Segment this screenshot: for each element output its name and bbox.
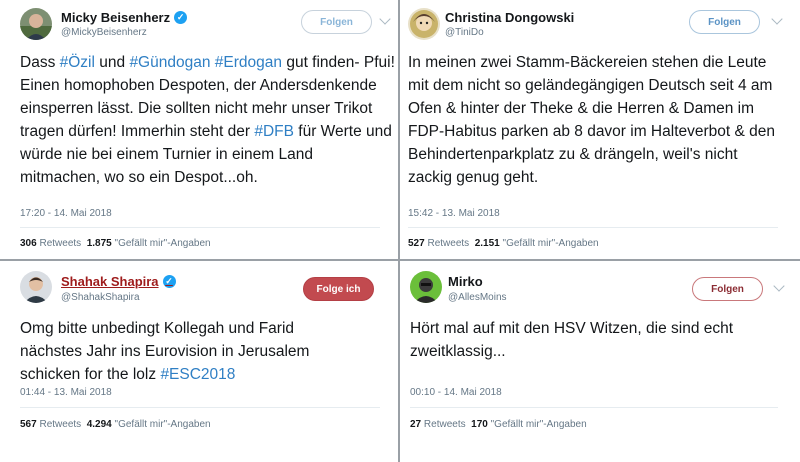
retweets-label: Retweets bbox=[427, 238, 470, 249]
tweet-timestamp[interactable]: 15:42 - 13. Mai 2018 bbox=[408, 208, 500, 219]
follow-button[interactable]: Folgen bbox=[301, 10, 372, 34]
tweet-text: In meinen zwei Stamm-Bäckereien stehen d… bbox=[408, 51, 783, 189]
avatar[interactable] bbox=[410, 271, 442, 303]
retweets-count: 27 bbox=[410, 419, 422, 430]
author-handle[interactable]: @MickyBeisenherz bbox=[61, 27, 147, 38]
likes-count: 4.294 bbox=[86, 419, 112, 430]
tweet-card-christina: Christina Dongowski @TiniDo Folgen In me… bbox=[400, 0, 800, 259]
tweet-card-micky: Micky Beisenherz ✓ @MickyBeisenherz Folg… bbox=[0, 0, 398, 259]
retweets-label: Retweets bbox=[423, 419, 466, 430]
hashtag-link[interactable]: #ESC2018 bbox=[160, 366, 235, 383]
hashtag-link[interactable]: #Erdogan bbox=[215, 54, 282, 71]
chevron-down-icon[interactable] bbox=[773, 280, 785, 292]
retweets-stat[interactable]: 27 Retweets bbox=[410, 419, 466, 430]
tweet-timestamp[interactable]: 17:20 - 14. Mai 2018 bbox=[20, 208, 112, 219]
verified-badge-icon: ✓ bbox=[162, 275, 176, 288]
chevron-down-icon[interactable] bbox=[379, 13, 391, 25]
avatar[interactable] bbox=[20, 8, 52, 40]
divider bbox=[410, 407, 778, 408]
author-name-text[interactable]: Christina Dongowski bbox=[445, 10, 574, 25]
verified-badge-icon: ✓ bbox=[174, 11, 188, 24]
tweet-text: Hört mal auf mit den HSV Witzen, die sin… bbox=[410, 317, 770, 363]
tweet-timestamp[interactable]: 00:10 - 14. Mai 2018 bbox=[410, 387, 502, 398]
tweet-card-mirko: Mirko @AllesMoins Folgen Hört mal auf mi… bbox=[400, 261, 800, 462]
retweets-count: 527 bbox=[408, 238, 425, 249]
author-name-text[interactable]: Mirko bbox=[448, 274, 483, 289]
tweet-text: Omg bitte unbedingt Kollegah und Farid n… bbox=[20, 317, 350, 386]
engagement-stats: 306 Retweets 1.875 "Gefällt mir"-Angaben bbox=[20, 238, 211, 249]
row-separator bbox=[0, 259, 800, 261]
tweet-timestamp[interactable]: 01:44 - 13. Mai 2018 bbox=[20, 387, 112, 398]
divider bbox=[20, 227, 380, 228]
likes-count: 1.875 bbox=[86, 238, 112, 249]
author-handle[interactable]: @AllesMoins bbox=[448, 292, 507, 303]
likes-count: 170 bbox=[471, 419, 488, 430]
author-name[interactable]: Mirko bbox=[448, 274, 483, 289]
retweets-count: 306 bbox=[20, 238, 37, 249]
author-name-text[interactable]: Micky Beisenherz bbox=[61, 10, 170, 25]
author-handle[interactable]: @TiniDo bbox=[445, 27, 484, 38]
engagement-stats: 27 Retweets 170 "Gefällt mir"-Angaben bbox=[410, 419, 587, 430]
hashtag-link[interactable]: #DFB bbox=[254, 123, 294, 140]
likes-label: "Gefällt mir"-Angaben bbox=[502, 238, 599, 249]
retweets-count: 567 bbox=[20, 419, 37, 430]
chevron-down-icon[interactable] bbox=[771, 13, 783, 25]
author-name-text[interactable]: Shahak Shapira bbox=[61, 274, 159, 289]
hashtag-link[interactable]: #Gündogan bbox=[129, 54, 210, 71]
likes-label: "Gefällt mir"-Angaben bbox=[490, 419, 587, 430]
text-segment: Hört mal auf mit den HSV Witzen, die sin… bbox=[410, 320, 734, 360]
retweets-stat[interactable]: 527 Retweets bbox=[408, 238, 469, 249]
retweets-label: Retweets bbox=[39, 419, 82, 430]
avatar[interactable] bbox=[408, 8, 440, 40]
column-separator bbox=[398, 0, 400, 462]
text-segment: Dass bbox=[20, 54, 60, 71]
engagement-stats: 567 Retweets 4.294 "Gefällt mir"-Angaben bbox=[20, 419, 211, 430]
follow-button[interactable]: Folgen bbox=[689, 10, 760, 34]
author-handle[interactable]: @ShahakShapira bbox=[61, 292, 140, 303]
retweets-stat[interactable]: 567 Retweets bbox=[20, 419, 81, 430]
following-button[interactable]: Folge ich bbox=[303, 277, 374, 301]
text-segment: In meinen zwei Stamm-Bäckereien stehen d… bbox=[408, 54, 776, 186]
author-name[interactable]: Micky Beisenherz ✓ bbox=[61, 10, 188, 25]
likes-stat[interactable]: 4.294 "Gefällt mir"-Angaben bbox=[87, 419, 211, 430]
retweets-stat[interactable]: 306 Retweets bbox=[20, 238, 81, 249]
author-name[interactable]: Christina Dongowski bbox=[445, 10, 574, 25]
likes-count: 2.151 bbox=[474, 238, 500, 249]
avatar[interactable] bbox=[20, 271, 52, 303]
engagement-stats: 527 Retweets 2.151 "Gefällt mir"-Angaben bbox=[408, 238, 599, 249]
hashtag-link[interactable]: #Özil bbox=[60, 54, 95, 71]
follow-button[interactable]: Folgen bbox=[692, 277, 763, 301]
tweet-card-shahak: Shahak Shapira ✓ @ShahakShapira Folge ic… bbox=[0, 261, 398, 462]
divider bbox=[408, 227, 778, 228]
text-segment: und bbox=[94, 54, 130, 71]
retweets-label: Retweets bbox=[39, 238, 82, 249]
likes-stat[interactable]: 2.151 "Gefällt mir"-Angaben bbox=[475, 238, 599, 249]
likes-stat[interactable]: 1.875 "Gefällt mir"-Angaben bbox=[87, 238, 211, 249]
author-name[interactable]: Shahak Shapira ✓ bbox=[61, 274, 176, 289]
likes-label: "Gefällt mir"-Angaben bbox=[114, 238, 211, 249]
divider bbox=[20, 407, 380, 408]
likes-stat[interactable]: 170 "Gefällt mir"-Angaben bbox=[471, 419, 587, 430]
tweet-text: Dass #Özil und #Gündogan #Erdogan gut fi… bbox=[20, 51, 395, 189]
likes-label: "Gefällt mir"-Angaben bbox=[114, 419, 211, 430]
